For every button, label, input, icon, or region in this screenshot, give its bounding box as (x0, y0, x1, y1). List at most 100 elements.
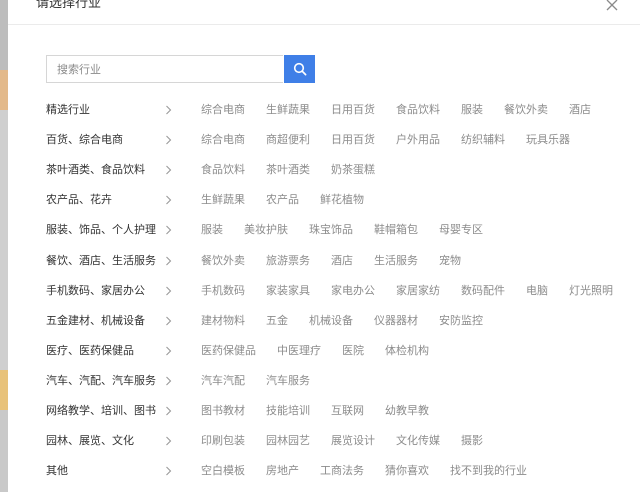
category-name[interactable]: 茶叶酒类、食品饮料 (46, 162, 145, 178)
subcategory-item[interactable]: 宠物 (439, 253, 461, 269)
subcategory-item[interactable]: 餐饮外卖 (504, 102, 548, 118)
chevron-right-icon (166, 105, 172, 115)
subcategory-item[interactable]: 找不到我的行业 (450, 463, 527, 479)
subcategory-item[interactable]: 家装家具 (266, 283, 310, 299)
category-row: 茶叶酒类、食品饮料 食品饮料 茶叶酒类 奶茶蛋糕 (8, 155, 640, 185)
category-name[interactable]: 手机数码、家居办公 (46, 283, 145, 299)
category-name[interactable]: 餐饮、酒店、生活服务 (46, 253, 156, 269)
category-row: 百货、综合电商 综合电商 商超便利 日用百货 户外用品 纺织辅料 玩具乐器 (8, 125, 640, 155)
category-name[interactable]: 服装、饰品、个人护理 (46, 222, 156, 238)
category-name[interactable]: 园林、展览、文化 (46, 433, 134, 449)
subcategory-item[interactable]: 日用百货 (331, 132, 375, 148)
subcategory-item[interactable]: 汽车汽配 (201, 373, 245, 389)
subcategory-item[interactable]: 生活服务 (374, 253, 418, 269)
chevron-right-icon (166, 195, 172, 205)
category-name[interactable]: 其他 (46, 463, 68, 479)
subcategory-item[interactable]: 工商法务 (320, 463, 364, 479)
subcategory-item[interactable]: 数码配件 (461, 283, 505, 299)
subcategory-item[interactable]: 餐饮外卖 (201, 253, 245, 269)
subcategory-item[interactable]: 综合电商 (201, 102, 245, 118)
category-name[interactable]: 五金建材、机械设备 (46, 313, 145, 329)
category-name[interactable]: 精选行业 (46, 102, 90, 118)
subcategory-list: 食品饮料 茶叶酒类 奶茶蛋糕 (201, 162, 396, 178)
subcategory-item[interactable]: 文化传媒 (396, 433, 440, 449)
subcategory-item[interactable]: 展览设计 (331, 433, 375, 449)
modal-header: 请选择行业 (8, 0, 640, 25)
subcategory-item[interactable]: 图书教材 (201, 403, 245, 419)
subcategory-item[interactable]: 鞋帽箱包 (374, 222, 418, 238)
chevron-right-icon (166, 376, 172, 386)
subcategory-item[interactable]: 电脑 (526, 283, 548, 299)
subcategory-item[interactable]: 家居家纺 (396, 283, 440, 299)
subcategory-item[interactable]: 食品饮料 (396, 102, 440, 118)
subcategory-item[interactable]: 母婴专区 (439, 222, 483, 238)
subcategory-item[interactable]: 摄影 (461, 433, 483, 449)
category-row: 其他 空白模板 房地产 工商法务 猜你喜欢 找不到我的行业 (8, 456, 640, 486)
background-page-edge (0, 0, 8, 70)
subcategory-item[interactable]: 安防监控 (439, 313, 483, 329)
subcategory-item[interactable]: 服装 (461, 102, 483, 118)
subcategory-item[interactable]: 珠宝饰品 (309, 222, 353, 238)
subcategory-item[interactable]: 食品饮料 (201, 162, 245, 178)
subcategory-item[interactable]: 医院 (342, 343, 364, 359)
subcategory-item[interactable]: 互联网 (331, 403, 364, 419)
close-button[interactable] (604, 0, 620, 14)
category-name[interactable]: 网络教学、培训、图书 (46, 403, 156, 419)
category-name[interactable]: 百货、综合电商 (46, 132, 123, 148)
search-button[interactable] (284, 55, 315, 83)
subcategory-item[interactable]: 商超便利 (266, 132, 310, 148)
subcategory-item[interactable]: 服装 (201, 222, 223, 238)
subcategory-item[interactable]: 房地产 (266, 463, 299, 479)
subcategory-item[interactable]: 汽车服务 (266, 373, 310, 389)
category-name[interactable]: 汽车、汽配、汽车服务 (46, 373, 156, 389)
subcategory-list: 综合电商 生鲜蔬果 日用百货 食品饮料 服装 餐饮外卖 酒店 (201, 102, 612, 118)
subcategory-item[interactable]: 技能培训 (266, 403, 310, 419)
subcategory-item[interactable]: 园林园艺 (266, 433, 310, 449)
subcategory-item[interactable]: 中医理疗 (277, 343, 321, 359)
subcategory-item[interactable]: 医药保健品 (201, 343, 256, 359)
subcategory-item[interactable]: 玩具乐器 (526, 132, 570, 148)
subcategory-item[interactable]: 生鲜蔬果 (201, 192, 245, 208)
subcategory-item[interactable]: 五金 (266, 313, 288, 329)
subcategory-item[interactable]: 印刷包装 (201, 433, 245, 449)
subcategory-item[interactable]: 仪器器材 (374, 313, 418, 329)
subcategory-item[interactable]: 幼教早教 (385, 403, 429, 419)
subcategory-item[interactable]: 猜你喜欢 (385, 463, 429, 479)
subcategory-item[interactable]: 纺织辅料 (461, 132, 505, 148)
subcategory-item[interactable]: 空白模板 (201, 463, 245, 479)
background-page-edge (0, 410, 8, 492)
subcategory-list: 图书教材 技能培训 互联网 幼教早教 (201, 403, 450, 419)
chevron-right-icon (166, 316, 172, 326)
chevron-right-icon (166, 226, 172, 235)
category-name[interactable]: 农产品、花卉 (46, 192, 112, 208)
subcategory-item[interactable]: 奶茶蛋糕 (331, 162, 375, 178)
subcategory-item[interactable]: 日用百货 (331, 102, 375, 118)
subcategory-item[interactable]: 体检机构 (385, 343, 429, 359)
subcategory-item[interactable]: 建材物料 (201, 313, 245, 329)
subcategory-item[interactable]: 农产品 (266, 192, 299, 208)
subcategory-item[interactable]: 户外用品 (396, 132, 440, 148)
subcategory-item[interactable]: 综合电商 (201, 132, 245, 148)
subcategory-item[interactable]: 灯光照明 (569, 283, 613, 299)
subcategory-list: 服装 美妆护肤 珠宝饰品 鞋帽箱包 母婴专区 (201, 222, 504, 238)
industry-search-input[interactable] (46, 55, 283, 83)
subcategory-item[interactable]: 酒店 (569, 102, 591, 118)
subcategory-item[interactable]: 酒店 (331, 253, 353, 269)
subcategory-item[interactable]: 鲜花植物 (320, 192, 364, 208)
subcategory-list: 汽车汽配 汽车服务 (201, 373, 331, 389)
subcategory-item[interactable]: 旅游票务 (266, 253, 310, 269)
category-row: 农产品、花卉 生鲜蔬果 农产品 鲜花植物 (8, 185, 640, 215)
subcategory-item[interactable]: 机械设备 (309, 313, 353, 329)
subcategory-item[interactable]: 家电办公 (331, 283, 375, 299)
close-icon (606, 0, 618, 11)
subcategory-item[interactable]: 生鲜蔬果 (266, 102, 310, 118)
chevron-right-icon (166, 135, 172, 145)
category-name[interactable]: 医疗、医药保健品 (46, 343, 134, 359)
subcategory-item[interactable]: 美妆护肤 (244, 222, 288, 238)
subcategory-list: 餐饮外卖 旅游票务 酒店 生活服务 宠物 (201, 253, 482, 269)
industry-search-bar (46, 55, 316, 83)
subcategory-item[interactable]: 手机数码 (201, 283, 245, 299)
subcategory-item[interactable]: 茶叶酒类 (266, 162, 310, 178)
subcategory-list: 生鲜蔬果 农产品 鲜花植物 (201, 192, 385, 208)
subcategory-list: 医药保健品 中医理疗 医院 体检机构 (201, 343, 450, 359)
